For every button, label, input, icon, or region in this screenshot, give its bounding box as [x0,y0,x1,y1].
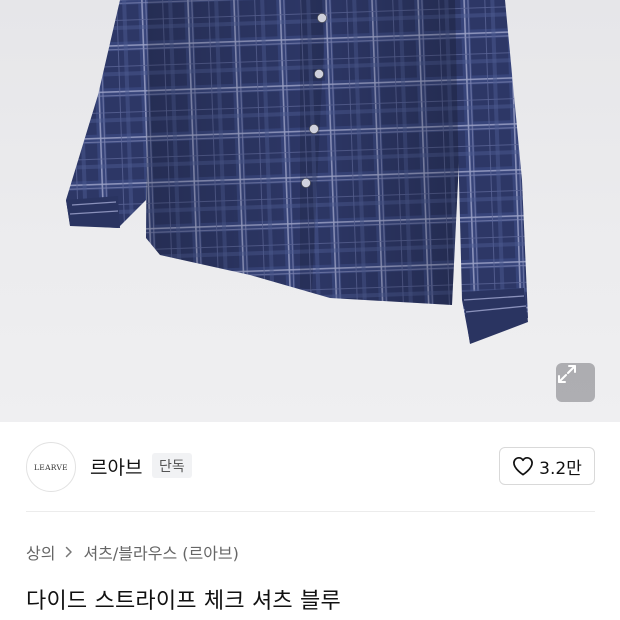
breadcrumb-item-shirts[interactable]: 셔츠/블라우스 (르아브) [83,540,238,564]
product-image[interactable] [0,0,620,422]
chevron-right-icon [65,546,73,558]
exclusive-badge: 단독 [152,453,192,478]
breadcrumb-item-top[interactable]: 상의 [26,540,55,564]
breadcrumb: 상의 셔츠/블라우스 (르아브) [26,540,239,564]
product-title: 다이드 스트라이프 체크 셔츠 블루 [26,589,341,614]
brand-logo[interactable]: LEARVE [26,442,76,492]
heart-icon [513,456,534,476]
shirt-illustration [66,0,528,344]
expand-icon [558,365,576,383]
like-count: 3.2만 [539,458,582,479]
zoom-button[interactable] [556,363,595,402]
divider [26,511,595,512]
like-button[interactable]: 3.2만 [499,447,595,485]
brand-row: LEARVE 르아브 단독 3.2만 [0,422,620,510]
brand-name[interactable]: 르아브 [90,453,142,480]
brand-logo-text: LEARVE [34,462,68,472]
